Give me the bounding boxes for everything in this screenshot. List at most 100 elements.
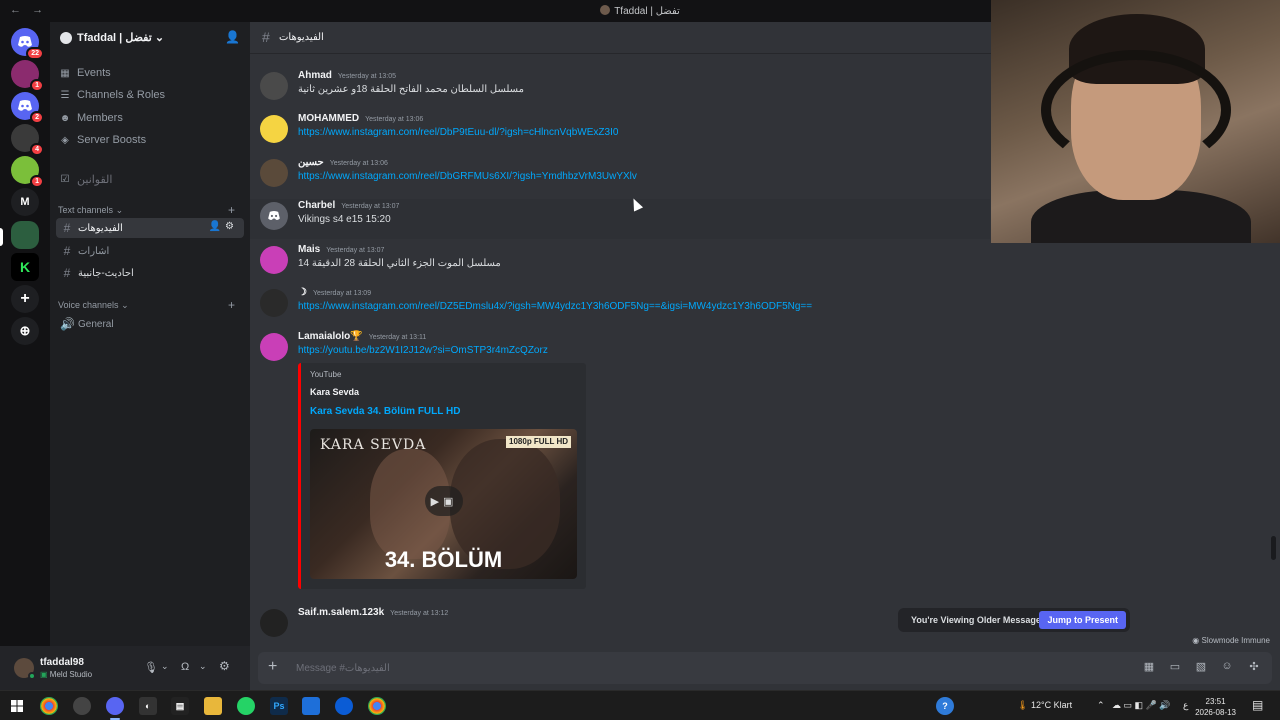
message-link[interactable]: https://www.instagram.com/reel/DZ5EDmslu… [298, 301, 812, 312]
voice-channels-category[interactable]: Voice channels ⌄ + [58, 298, 243, 314]
whatsapp-icon[interactable] [237, 697, 255, 715]
message-author[interactable]: MOHAMMED [298, 113, 359, 124]
gear-icon[interactable]: ⚙ [225, 221, 238, 232]
sticker-icon[interactable]: ▧ [1194, 660, 1208, 674]
members-item[interactable]: ☻ Members [58, 108, 243, 128]
composer-area: + ▦ ▭ ▧ ☺ ✣ [250, 646, 1280, 690]
channel-side-talk[interactable]: # احاديث-جانبية [56, 263, 244, 283]
browser-icon[interactable] [335, 697, 353, 715]
message-author[interactable]: Lamaialolo🏆 [298, 331, 363, 342]
message-timestamp: Yesterday at 13:07 [326, 247, 385, 254]
avatar[interactable] [260, 115, 288, 143]
microphone-icon[interactable]: 🎙 [144, 661, 158, 674]
message-input[interactable] [296, 660, 1096, 676]
weather-widget[interactable]: 🌡 12°C Klart [1017, 700, 1072, 711]
message[interactable]: Mais Yesterday at 13:07 مسلسل الموت الجزء… [250, 243, 990, 283]
weather-icon: 🌡 [1017, 700, 1029, 710]
chevron-down-icon[interactable]: ⌄ [199, 661, 207, 672]
unread-badge: 22 [26, 47, 44, 60]
video-thumbnail[interactable]: KARA SEVDA 1080p FULL HD ▶▣ 34. BÖLÜM [310, 429, 577, 579]
channel-videos[interactable]: # الفيديوهات 👤⚙ [56, 218, 244, 238]
embed-provider[interactable]: YouTube [310, 370, 341, 379]
server-icon[interactable]: 1 [11, 156, 44, 188]
emoji-icon[interactable]: ☺ [1220, 660, 1234, 674]
chevron-down-icon[interactable]: ⌄ [161, 661, 169, 672]
notification-icon[interactable]: ▤ [1252, 698, 1263, 712]
embed-title[interactable]: Kara Sevda 34. Bölüm FULL HD [310, 406, 460, 417]
server-k-icon[interactable]: K [11, 253, 39, 281]
message[interactable]: حسين Yesterday at 13:06 https://www.insta… [250, 156, 990, 196]
attach-plus-icon[interactable]: + [268, 658, 277, 676]
text-channels-category[interactable]: Text channels ⌄ + [58, 203, 243, 219]
headphones-icon[interactable]: Ω [181, 661, 189, 673]
tray-icons[interactable]: ☁ ▭ ◧ 🎤 🔊 [1112, 700, 1170, 711]
server-boosts-item[interactable]: ◈ Server Boosts [58, 130, 243, 150]
channels-roles-item[interactable]: ☰ Channels & Roles [58, 85, 243, 105]
message-link[interactable]: https://youtu.be/bz2W1I2J12w?si=OmSTP3r4… [298, 345, 548, 356]
message[interactable]: Ahmad Yesterday at 13:05 مسلسل السلطان مح… [250, 69, 990, 109]
app-icon[interactable] [302, 697, 320, 715]
avatar[interactable] [260, 202, 288, 230]
play-icon[interactable]: ▶▣ [425, 486, 463, 516]
server-icon[interactable]: 1 [11, 60, 44, 92]
capcut-icon[interactable]: ◐ [139, 697, 157, 715]
message-author[interactable]: Ahmad [298, 70, 332, 81]
events-item[interactable]: ▦ Events [58, 63, 243, 83]
chevron-down-icon: ⌄ [121, 300, 129, 310]
message[interactable]: MOHAMMED Yesterday at 13:06 https://www.i… [250, 112, 990, 152]
apps-icon[interactable]: ✣ [1247, 660, 1261, 674]
message-header: Saif.m.salem.123k Yesterday at 13:12 [298, 607, 448, 618]
message[interactable]: ☽ Yesterday at 13:09 https://www.instagra… [250, 286, 990, 326]
invite-people-icon[interactable]: 👤 [225, 30, 240, 44]
windows-start-icon[interactable] [8, 697, 26, 715]
tray-chevron-up-icon[interactable]: ⌃ [1097, 700, 1105, 711]
message-author[interactable]: Charbel [298, 200, 335, 211]
embed-author[interactable]: Kara Sevda [310, 387, 359, 397]
help-icon[interactable]: ? [936, 697, 954, 715]
message-link[interactable]: https://www.instagram.com/reel/DbP9tEuu-… [298, 127, 618, 138]
file-explorer-icon[interactable] [204, 697, 222, 715]
server-m-icon[interactable]: M [11, 188, 39, 216]
obs-icon[interactable] [73, 697, 91, 715]
system-clock[interactable]: 23:51 2026-08-13 [1195, 696, 1236, 718]
channel-mentions[interactable]: # اشارات [56, 241, 244, 261]
explore-compass-icon[interactable]: ⊕ [11, 317, 39, 345]
discord-taskbar-icon[interactable] [106, 697, 124, 715]
server-icon[interactable]: 4 [11, 124, 44, 156]
user-settings-gear-icon[interactable]: ⚙ [219, 659, 230, 673]
message-author[interactable]: ☽ [298, 287, 307, 298]
server-tfaddal-icon[interactable] [11, 221, 39, 249]
avatar[interactable] [260, 159, 288, 187]
voice-channel-general[interactable]: 🔊 General [56, 314, 244, 334]
message-author[interactable]: حسين [298, 157, 324, 168]
rules-channel[interactable]: ☑ القوانين [58, 169, 243, 189]
add-channel-icon[interactable]: + [228, 203, 235, 217]
avatar[interactable] [260, 609, 288, 637]
avatar[interactable] [260, 72, 288, 100]
gift-icon[interactable]: ▦ [1142, 660, 1156, 674]
add-server-icon[interactable]: + [11, 285, 39, 313]
guild-header[interactable]: Tfaddal | تفضل ⌄ 👤 [50, 22, 250, 54]
message[interactable]: Saif.m.salem.123k Yesterday at 13:12 [250, 606, 990, 646]
message-author[interactable]: Mais [298, 244, 320, 255]
gif-icon[interactable]: ▭ [1168, 660, 1182, 674]
invite-icon[interactable]: 👤 [209, 221, 225, 232]
message[interactable]: Charbel Yesterday at 13:07 Vikings s4 e15… [250, 199, 990, 239]
chrome-icon[interactable] [40, 697, 58, 715]
avatar[interactable] [260, 333, 288, 361]
add-channel-icon[interactable]: + [228, 298, 235, 312]
avatar[interactable] [260, 246, 288, 274]
direct-messages-button[interactable]: 22 [11, 28, 44, 60]
input-language[interactable]: ع [1183, 700, 1188, 711]
scrollbar[interactable] [1271, 536, 1276, 560]
chrome-icon[interactable] [368, 697, 386, 715]
photoshop-icon[interactable]: Ps [270, 697, 288, 715]
message-link[interactable]: https://www.instagram.com/reel/DbGRFMUs6… [298, 171, 637, 182]
avatar[interactable] [260, 289, 288, 317]
message-author[interactable]: Saif.m.salem.123k [298, 607, 384, 618]
jump-to-present-button[interactable]: Jump to Present [1039, 611, 1126, 629]
discord-server-icon[interactable]: 2 [11, 92, 44, 124]
avatar[interactable] [14, 658, 36, 680]
app-icon[interactable]: ▤ [171, 697, 189, 715]
members-label: Members [77, 112, 123, 124]
